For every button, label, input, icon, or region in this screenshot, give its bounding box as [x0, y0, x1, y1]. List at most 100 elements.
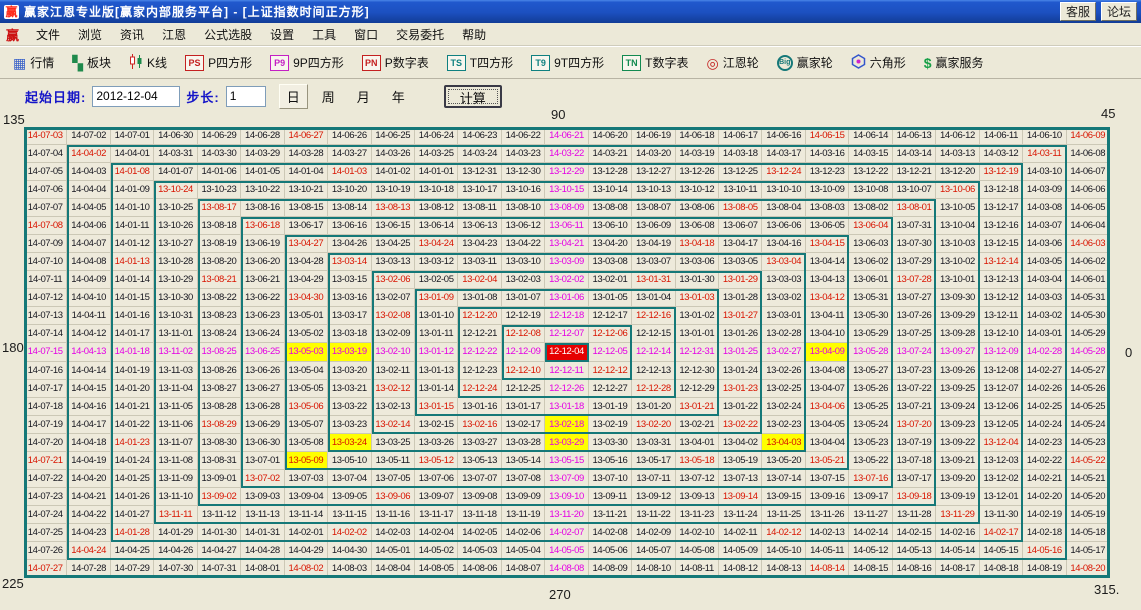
grid-cell[interactable]: 14-01-02 — [372, 163, 415, 181]
grid-cell[interactable]: 13-08-02 — [849, 199, 892, 217]
grid-cell[interactable]: 14-08-04 — [372, 560, 415, 578]
grid-cell[interactable]: 13-02-19 — [589, 416, 632, 434]
grid-cell[interactable]: 13-05-29 — [849, 325, 892, 343]
grid-cell[interactable]: 13-08-09 — [545, 199, 588, 217]
grid-cell[interactable]: 13-03-11 — [458, 253, 501, 271]
grid-cell[interactable]: 13-07-23 — [893, 362, 936, 380]
grid-cell[interactable]: 13-12-09 — [980, 343, 1023, 361]
grid-cell[interactable]: 13-12-01 — [980, 488, 1023, 506]
grid-cell[interactable]: 13-08-04 — [762, 199, 805, 217]
grid-cell[interactable]: 13-04-19 — [632, 235, 675, 253]
toolbar-item-kline[interactable]: K线 — [120, 54, 176, 72]
grid-cell[interactable]: 14-04-22 — [67, 506, 110, 524]
toolbar-item-gann-wheel[interactable]: ◎江恩轮 — [697, 54, 767, 71]
grid-cell[interactable]: 14-08-11 — [676, 560, 719, 578]
grid-cell[interactable]: 14-02-26 — [1023, 380, 1066, 398]
grid-cell[interactable]: 14-02-19 — [1023, 506, 1066, 524]
grid-cell[interactable]: 14-03-13 — [936, 145, 979, 163]
grid-cell[interactable]: 13-01-04 — [632, 289, 675, 307]
grid-cell[interactable]: 13-11-03 — [154, 362, 197, 380]
grid-cell[interactable]: 13-05-12 — [415, 452, 458, 470]
toolbar-item-9t-square[interactable]: T99T四方形 — [522, 54, 613, 71]
grid-cell[interactable]: 13-05-01 — [285, 307, 328, 325]
grid-cell[interactable]: 14-08-13 — [762, 560, 805, 578]
grid-cell[interactable]: 13-01-25 — [719, 343, 762, 361]
grid-cell[interactable]: 13-10-30 — [154, 289, 197, 307]
grid-cell[interactable]: 13-08-23 — [198, 307, 241, 325]
grid-cell[interactable]: 13-03-29 — [545, 434, 588, 452]
grid-cell[interactable]: 13-08-21 — [198, 271, 241, 289]
grid-cell[interactable]: 14-02-06 — [502, 524, 545, 542]
grid-cell[interactable]: 13-09-16 — [806, 488, 849, 506]
grid-cell[interactable]: 13-05-28 — [849, 343, 892, 361]
grid-cell[interactable]: 13-05-23 — [849, 434, 892, 452]
grid-cell[interactable]: 14-03-30 — [198, 145, 241, 163]
grid-cell[interactable]: 14-07-12 — [24, 289, 67, 307]
grid-cell[interactable]: 13-10-05 — [936, 199, 979, 217]
grid-cell[interactable]: 12-12-07 — [545, 325, 588, 343]
forum-button[interactable]: 论坛 — [1101, 2, 1137, 21]
grid-cell[interactable]: 13-06-06 — [762, 217, 805, 235]
grid-cell[interactable]: 13-09-12 — [632, 488, 675, 506]
grid-cell[interactable]: 13-09-24 — [936, 398, 979, 416]
grid-cell[interactable]: 13-11-12 — [198, 506, 241, 524]
grid-cell[interactable]: 14-01-18 — [111, 343, 154, 361]
grid-cell[interactable]: 13-06-24 — [241, 325, 284, 343]
grid-cell[interactable]: 14-02-02 — [328, 524, 371, 542]
grid-cell[interactable]: 13-04-15 — [806, 235, 849, 253]
grid-cell[interactable]: 14-02-15 — [893, 524, 936, 542]
grid-cell[interactable]: 13-05-02 — [285, 325, 328, 343]
grid-cell[interactable]: 14-08-02 — [285, 560, 328, 578]
grid-cell[interactable]: 13-07-02 — [241, 470, 284, 488]
grid-cell[interactable]: 14-02-18 — [1023, 524, 1066, 542]
grid-cell[interactable]: 14-02-20 — [1023, 488, 1066, 506]
grid-cell[interactable]: 13-08-29 — [198, 416, 241, 434]
grid-cell[interactable]: 13-02-10 — [372, 343, 415, 361]
grid-cell[interactable]: 13-02-22 — [719, 416, 762, 434]
grid-cell[interactable]: 13-08-24 — [198, 325, 241, 343]
grid-cell[interactable]: 13-07-27 — [893, 289, 936, 307]
grid-cell[interactable]: 14-03-29 — [241, 145, 284, 163]
grid-cell[interactable]: 13-09-01 — [198, 470, 241, 488]
grid-cell[interactable]: 13-04-11 — [806, 307, 849, 325]
grid-cell[interactable]: 14-06-21 — [545, 127, 588, 145]
grid-cell[interactable]: 13-09-25 — [936, 380, 979, 398]
grid-cell[interactable]: 13-03-01 — [762, 307, 805, 325]
grid-cell[interactable]: 13-09-26 — [936, 362, 979, 380]
grid-cell[interactable]: 13-07-05 — [372, 470, 415, 488]
grid-cell[interactable]: 12-12-28 — [632, 380, 675, 398]
grid-cell[interactable]: 14-08-18 — [980, 560, 1023, 578]
grid-cell[interactable]: 13-12-07 — [980, 380, 1023, 398]
grid-cell[interactable]: 13-10-21 — [285, 181, 328, 199]
menu-item-news[interactable]: 资讯 — [111, 24, 153, 45]
grid-cell[interactable]: 14-01-03 — [328, 163, 371, 181]
grid-cell[interactable]: 14-08-03 — [328, 560, 371, 578]
grid-cell[interactable]: 13-03-14 — [328, 253, 371, 271]
grid-cell[interactable]: 13-07-18 — [893, 452, 936, 470]
grid-cell[interactable]: 13-11-17 — [415, 506, 458, 524]
grid-cell[interactable]: 13-09-19 — [936, 488, 979, 506]
grid-cell[interactable]: 13-01-21 — [676, 398, 719, 416]
grid-cell[interactable]: 14-07-24 — [24, 506, 67, 524]
grid-cell[interactable]: 14-04-09 — [67, 271, 110, 289]
grid-cell[interactable]: 14-01-10 — [111, 199, 154, 217]
grid-cell[interactable]: 14-05-05 — [545, 542, 588, 560]
grid-cell[interactable]: 13-10-02 — [936, 253, 979, 271]
grid-cell[interactable]: 14-03-23 — [502, 145, 545, 163]
grid-cell[interactable]: 14-03-01 — [1023, 325, 1066, 343]
grid-cell[interactable]: 14-06-12 — [936, 127, 979, 145]
grid-cell[interactable]: 14-08-06 — [458, 560, 501, 578]
menu-item-browse[interactable]: 浏览 — [69, 24, 111, 45]
grid-cell[interactable]: 14-07-23 — [24, 488, 67, 506]
grid-cell[interactable]: 14-04-20 — [67, 470, 110, 488]
grid-cell[interactable]: 13-12-15 — [980, 235, 1023, 253]
grid-cell[interactable]: 13-10-27 — [154, 235, 197, 253]
toolbar-item-sectors[interactable]: ▚板块 — [63, 54, 120, 71]
grid-cell[interactable]: 13-05-19 — [719, 452, 762, 470]
grid-cell[interactable]: 13-10-06 — [936, 181, 979, 199]
grid-cell[interactable]: 13-08-12 — [415, 199, 458, 217]
grid-cell[interactable]: 13-07-30 — [893, 235, 936, 253]
grid-cell[interactable]: 14-01-20 — [111, 380, 154, 398]
period-button-day[interactable]: 日 — [279, 84, 308, 109]
grid-cell[interactable]: 14-01-08 — [111, 163, 154, 181]
